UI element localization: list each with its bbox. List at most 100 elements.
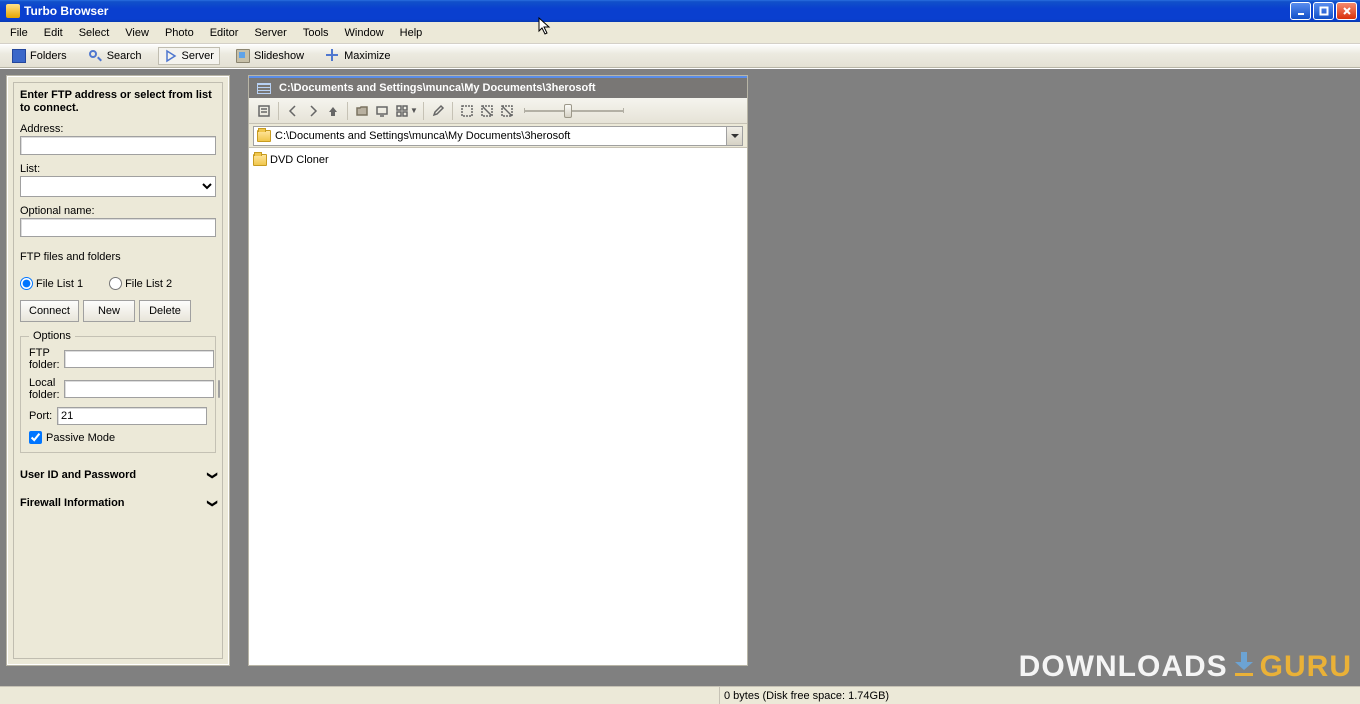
local-folder-input[interactable] — [64, 380, 214, 398]
user-password-label: User ID and Password — [20, 469, 136, 481]
list-select[interactable] — [20, 176, 216, 197]
slideshow-icon — [236, 49, 250, 63]
forward-icon[interactable] — [304, 102, 322, 120]
address-bar-row: C:\Documents and Settings\munca\My Docum… — [249, 124, 747, 148]
monitor-icon[interactable] — [373, 102, 391, 120]
zoom-slider[interactable] — [524, 102, 624, 120]
window-title: Turbo Browser — [24, 4, 108, 18]
radio-filelist2[interactable]: File List 2 — [109, 277, 172, 290]
address-text: C:\Documents and Settings\munca\My Docum… — [275, 130, 570, 142]
ftp-heading: Enter FTP address or select from list to… — [20, 89, 216, 115]
main-toolbar: Folders Search Server Slideshow Maximize — [0, 44, 1360, 68]
address-dropdown-button[interactable] — [726, 127, 742, 145]
status-bar: 0 bytes (Disk free space: 1.74GB) — [0, 686, 1360, 704]
new-button[interactable]: New — [83, 300, 135, 322]
list-label: List: — [20, 163, 216, 175]
passive-checkbox[interactable] — [29, 431, 42, 444]
mouse-cursor-icon — [538, 17, 552, 37]
files-folders-label: FTP files and folders — [20, 251, 216, 263]
port-label: Port: — [29, 410, 53, 422]
toolbar-maximize-label: Maximize — [344, 50, 390, 62]
chevron-down-icon: ❯ — [206, 471, 217, 479]
menu-view[interactable]: View — [117, 24, 157, 42]
options-fieldset: Options FTP folder: Local folder: Port: … — [20, 336, 216, 453]
folder-icon[interactable] — [353, 102, 371, 120]
local-folder-label: Local folder: — [29, 377, 60, 401]
file-list[interactable]: DVD Cloner — [249, 150, 747, 665]
close-button[interactable] — [1336, 2, 1357, 20]
browser-title: C:\Documents and Settings\munca\My Docum… — [279, 82, 596, 94]
connect-button[interactable]: Connect — [20, 300, 79, 322]
toolbar-server[interactable]: Server — [158, 47, 220, 65]
port-input[interactable] — [57, 407, 207, 425]
up-icon[interactable] — [324, 102, 342, 120]
folder-icon — [253, 154, 267, 166]
address-combo[interactable]: C:\Documents and Settings\munca\My Docum… — [253, 126, 743, 146]
menu-tools[interactable]: Tools — [295, 24, 337, 42]
minimize-button[interactable] — [1290, 2, 1311, 20]
firewall-label: Firewall Information — [20, 497, 125, 509]
watermark: DOWNLOADS GURU — [1019, 650, 1352, 684]
expand-icon — [326, 49, 340, 63]
toolbar-search-label: Search — [107, 50, 142, 62]
maximize-button[interactable] — [1313, 2, 1334, 20]
toolbar-server-label: Server — [182, 50, 214, 62]
radio-filelist2-label: File List 2 — [125, 278, 172, 290]
user-password-section[interactable]: User ID and Password ❯ — [20, 469, 216, 481]
menu-file[interactable]: File — [2, 24, 36, 42]
download-icon — [1233, 652, 1255, 676]
edit-icon[interactable] — [429, 102, 447, 120]
menu-bar: File Edit Select View Photo Editor Serve… — [0, 22, 1360, 44]
view-icon[interactable] — [393, 102, 411, 120]
browser-title-bar: C:\Documents and Settings\munca\My Docum… — [249, 76, 747, 98]
select-none-icon[interactable] — [478, 102, 496, 120]
back-icon[interactable] — [284, 102, 302, 120]
properties-icon[interactable] — [255, 102, 273, 120]
folders-icon — [12, 49, 26, 63]
options-legend: Options — [29, 330, 75, 342]
toolbar-slideshow[interactable]: Slideshow — [230, 47, 310, 65]
menu-help[interactable]: Help — [392, 24, 431, 42]
folder-icon — [257, 130, 271, 142]
dropdown-arrow-icon[interactable]: ▼ — [410, 106, 418, 115]
toolbar-search[interactable]: Search — [83, 47, 148, 65]
toolbar-slideshow-label: Slideshow — [254, 50, 304, 62]
radio-filelist1-label: File List 1 — [36, 278, 83, 290]
radio-filelist1[interactable]: File List 1 — [20, 277, 83, 290]
file-name: DVD Cloner — [270, 154, 329, 166]
optional-label: Optional name: — [20, 205, 216, 217]
firewall-section[interactable]: Firewall Information ❯ — [20, 497, 216, 509]
search-icon — [89, 49, 103, 63]
client-area: Enter FTP address or select from list to… — [0, 68, 1360, 686]
menu-window[interactable]: Window — [337, 24, 392, 42]
chevron-down-icon: ❯ — [206, 499, 217, 507]
watermark-text-a: DOWNLOADS — [1019, 650, 1228, 684]
browser-toolbar: ▼ — [249, 98, 747, 124]
list-icon — [257, 83, 271, 94]
select-all-icon[interactable] — [458, 102, 476, 120]
ftp-folder-label: FTP folder: — [29, 347, 60, 371]
menu-edit[interactable]: Edit — [36, 24, 71, 42]
address-label: Address: — [20, 123, 216, 135]
optional-name-input[interactable] — [20, 218, 216, 237]
server-icon — [164, 49, 178, 63]
toolbar-folders-label: Folders — [30, 50, 67, 62]
delete-button[interactable]: Delete — [139, 300, 191, 322]
app-icon — [6, 4, 20, 18]
invert-selection-icon[interactable] — [498, 102, 516, 120]
browser-panel: C:\Documents and Settings\munca\My Docum… — [248, 75, 748, 666]
toolbar-maximize[interactable]: Maximize — [320, 47, 396, 65]
address-input[interactable] — [20, 136, 216, 155]
ftp-panel: Enter FTP address or select from list to… — [6, 75, 230, 666]
title-bar: Turbo Browser — [0, 0, 1360, 22]
status-text: 0 bytes (Disk free space: 1.74GB) — [720, 690, 889, 702]
browse-button[interactable] — [218, 380, 220, 398]
toolbar-folders[interactable]: Folders — [6, 47, 73, 65]
menu-photo[interactable]: Photo — [157, 24, 202, 42]
ftp-folder-input[interactable] — [64, 350, 214, 368]
list-item[interactable]: DVD Cloner — [253, 152, 743, 168]
menu-server[interactable]: Server — [246, 24, 294, 42]
passive-label: Passive Mode — [46, 432, 115, 444]
menu-editor[interactable]: Editor — [202, 24, 247, 42]
menu-select[interactable]: Select — [71, 24, 118, 42]
